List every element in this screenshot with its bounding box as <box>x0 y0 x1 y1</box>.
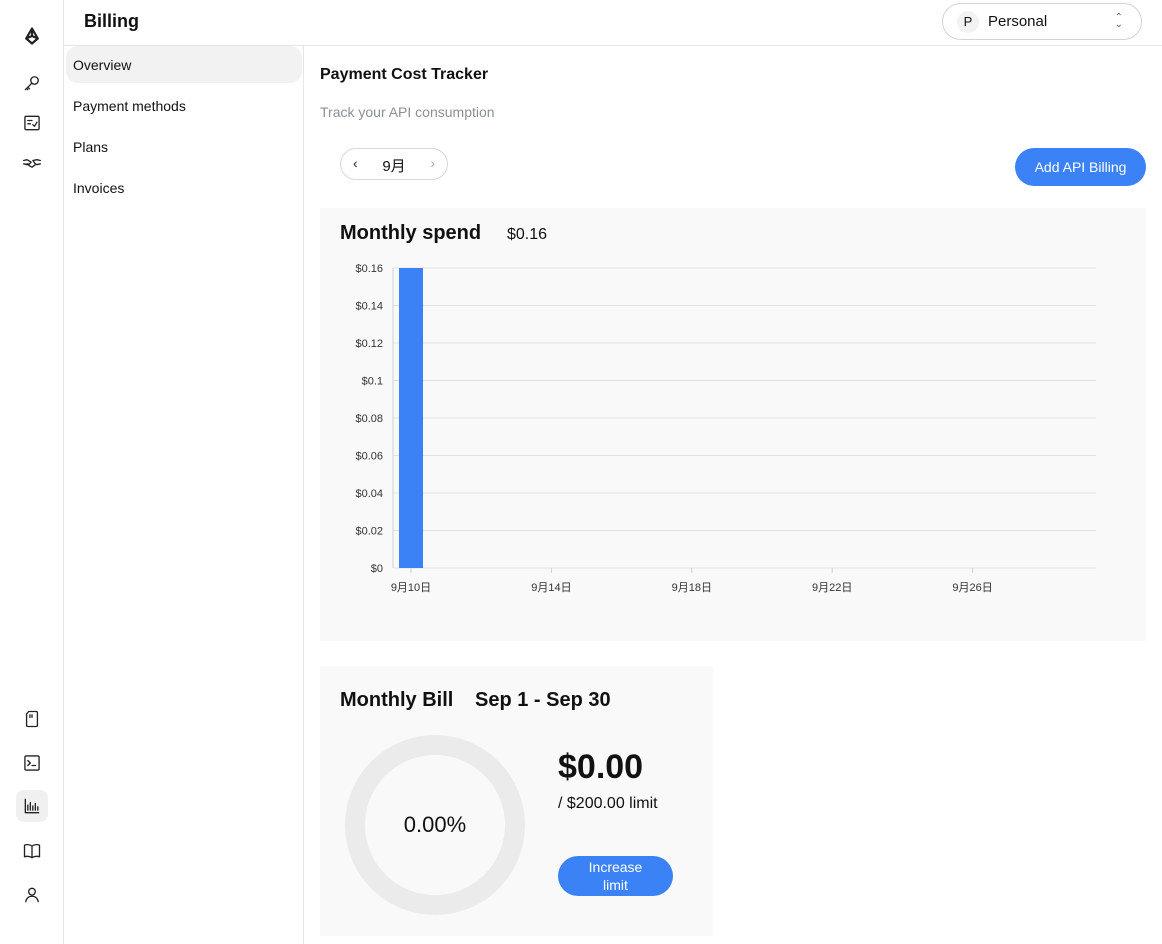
document-icon[interactable] <box>16 703 48 735</box>
y-tick-label: $0.02 <box>355 526 383 538</box>
y-tick-label: $0.14 <box>355 301 383 313</box>
page-subtitle: Track your API consumption <box>320 104 495 120</box>
y-tick-label: $0.1 <box>362 376 383 388</box>
monthly-spend-card: Monthly spend $0.16 $0 $0.02 $0.04 $0.06 $0.… <box>320 208 1146 641</box>
key-icon[interactable] <box>16 67 48 99</box>
y-tick-label: $0.16 <box>355 263 383 275</box>
workspace-avatar: P <box>957 10 979 33</box>
page-header-title: Billing <box>84 11 139 31</box>
y-tick-label: $0.12 <box>355 338 383 350</box>
bill-amount: $0.00 <box>558 748 644 786</box>
subnav-item-invoices[interactable]: Invoices <box>66 169 302 206</box>
logo-icon[interactable] <box>16 20 48 52</box>
month-picker: ‹ 9月 › <box>340 148 448 180</box>
subnav-item-label: Invoices <box>73 179 125 196</box>
spend-chart: $0 $0.02 $0.04 $0.06 $0.08 $0.1 $0.12 $0.14 $0.1… <box>355 263 1096 594</box>
y-tick-label: $0.08 <box>355 413 383 425</box>
bill-title: Monthly Bill <box>340 689 454 711</box>
y-tick-label: $0.06 <box>355 451 383 463</box>
monthly-bill-card: Monthly Bill Sep 1 - Sep 30 0.00% $0.00 … <box>320 666 713 936</box>
subnav-item-label: Payment methods <box>73 97 186 114</box>
book-icon[interactable] <box>16 835 48 867</box>
x-tick-label: 9月14日 <box>531 582 571 594</box>
y-tick-label: $0 <box>371 563 383 575</box>
add-api-billing-button[interactable]: Add API Billing <box>1015 148 1146 186</box>
workspace-name: Personal <box>988 13 1048 30</box>
main-content: Payment Cost Tracker Track your API cons… <box>304 46 1162 944</box>
usage-percent: 0.00% <box>403 812 467 837</box>
spend-bar <box>399 268 423 568</box>
top-header: Billing P Personal ⌃ ⌄ <box>64 0 1162 46</box>
billing-subnav: Overview Payment methods Plans Invoices <box>64 46 304 944</box>
terminal-icon[interactable] <box>16 747 48 779</box>
handshake-icon[interactable] <box>16 147 48 179</box>
bill-date-range: Sep 1 - Sep 30 <box>475 689 611 711</box>
subnav-item-overview[interactable]: Overview <box>66 46 302 83</box>
next-month-button[interactable]: › <box>430 155 435 171</box>
x-tick-label: 9月18日 <box>672 582 712 594</box>
subnav-item-label: Plans <box>73 138 109 155</box>
page-title: Payment Cost Tracker <box>320 66 489 83</box>
user-icon[interactable] <box>16 879 48 911</box>
workspace-switcher[interactable]: P Personal ⌃ ⌄ <box>942 3 1142 40</box>
bar-chart-icon[interactable] <box>16 790 48 822</box>
y-tick-label: $0.04 <box>355 488 383 500</box>
x-tick-label: 9月22日 <box>812 582 852 594</box>
subnav-item-label: Overview <box>73 56 132 73</box>
subnav-item-plans[interactable]: Plans <box>66 128 302 165</box>
x-tick-label: 9月26日 <box>952 582 992 594</box>
chevron-up-down-icon: ⌃ ⌄ <box>1114 12 1123 30</box>
x-tick-label: 9月10日 <box>391 582 431 594</box>
bill-limit: / $200.00 limit <box>558 795 658 812</box>
increase-limit-button[interactable]: Increase limit <box>558 856 673 896</box>
icon-rail <box>0 0 64 944</box>
task-list-icon[interactable] <box>16 107 48 139</box>
subnav-item-payment-methods[interactable]: Payment methods <box>66 87 302 124</box>
